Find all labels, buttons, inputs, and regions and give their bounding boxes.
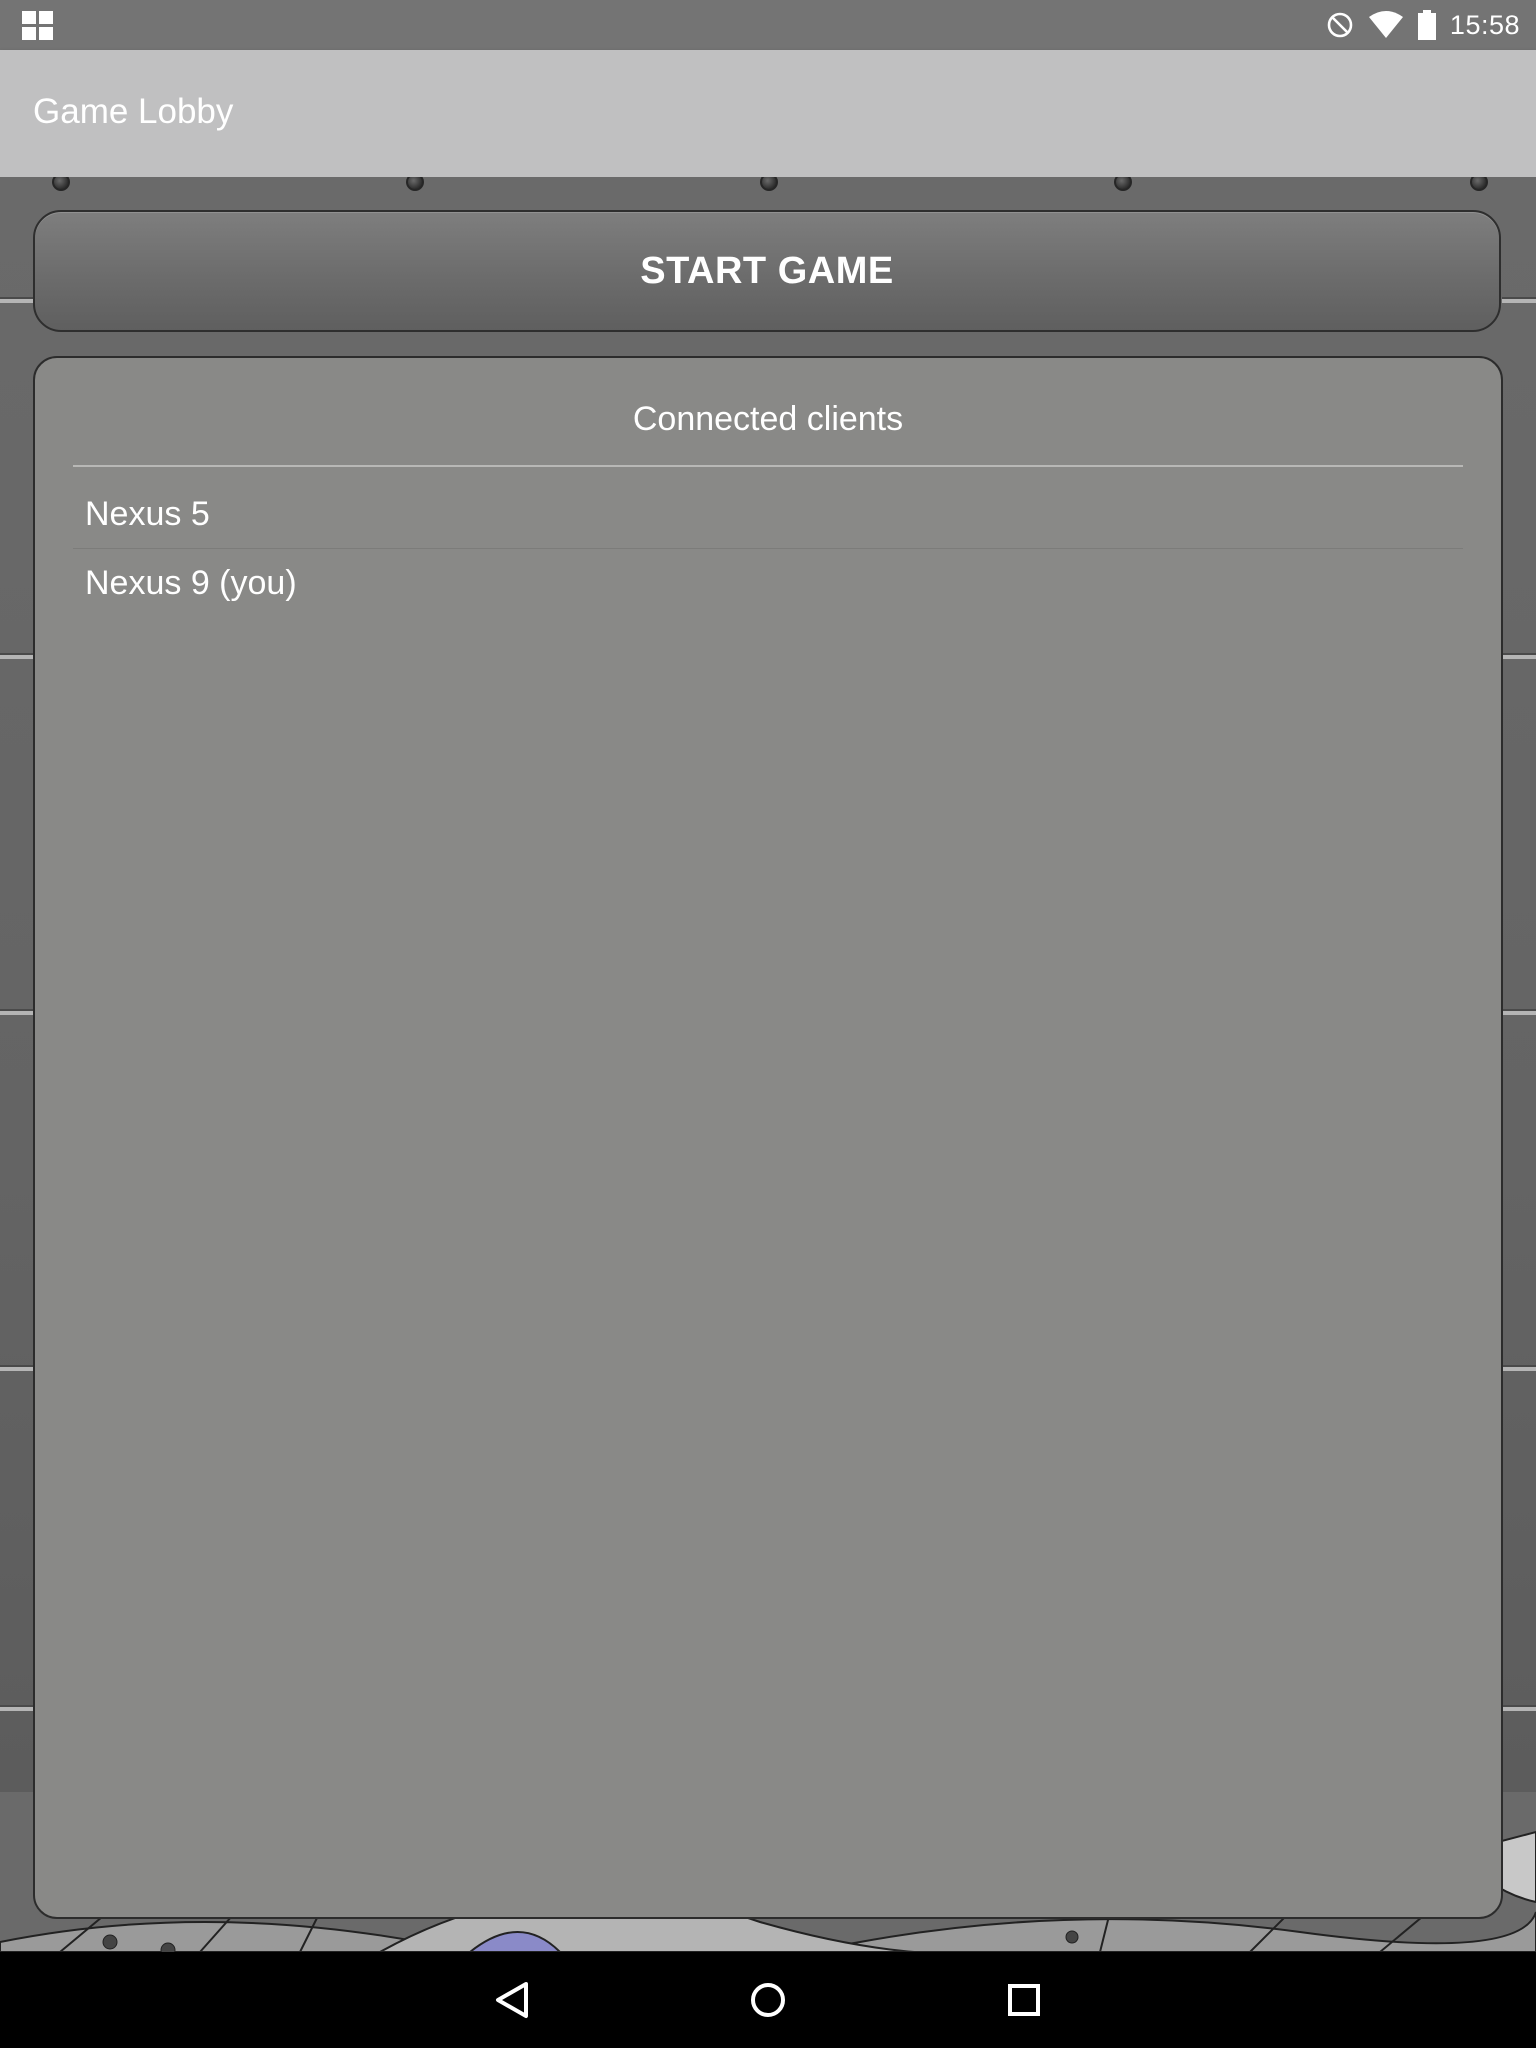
panel-seam	[0, 297, 34, 303]
start-game-label: START GAME	[640, 249, 894, 292]
status-bar: 15:58	[0, 0, 1536, 50]
rivet	[1470, 177, 1488, 191]
panel-seam	[0, 653, 34, 659]
panel-seam	[0, 1365, 34, 1371]
back-icon[interactable]	[482, 1970, 542, 2030]
rivet	[1114, 177, 1132, 191]
divider	[73, 465, 1463, 467]
app-bar: Game Lobby	[0, 50, 1536, 177]
start-game-button[interactable]: START GAME	[33, 210, 1501, 332]
list-item[interactable]: Nexus 5	[73, 480, 1463, 549]
navigation-bar	[0, 1952, 1536, 2048]
battery-icon	[1417, 10, 1436, 40]
panel-seam	[1502, 653, 1536, 659]
connected-clients-panel: Connected clients Nexus 5 Nexus 9 (you)	[33, 356, 1503, 1919]
rivet	[52, 177, 70, 191]
clock: 15:58	[1449, 9, 1520, 40]
recents-icon[interactable]	[994, 1970, 1054, 2030]
panel-seam	[1502, 1009, 1536, 1015]
wifi-icon	[1368, 11, 1403, 38]
rivet	[406, 177, 424, 191]
panel-seam	[0, 1705, 34, 1711]
client-list: Nexus 5 Nexus 9 (you)	[73, 480, 1463, 618]
panel-seam	[1502, 297, 1536, 303]
panel-seam	[1502, 1365, 1536, 1371]
home-icon[interactable]	[738, 1970, 798, 2030]
panel-seam	[0, 1009, 34, 1015]
panel-seam	[1502, 1705, 1536, 1711]
panel-title: Connected clients	[632, 400, 904, 438]
do-not-disturb-icon	[1327, 12, 1353, 38]
rivet	[760, 177, 778, 191]
list-item[interactable]: Nexus 9 (you)	[73, 549, 1463, 618]
page-title: Game Lobby	[33, 92, 234, 131]
client-name: Nexus 9 (you)	[85, 564, 297, 602]
apps-grid-icon	[22, 11, 54, 41]
client-name: Nexus 5	[85, 494, 210, 533]
